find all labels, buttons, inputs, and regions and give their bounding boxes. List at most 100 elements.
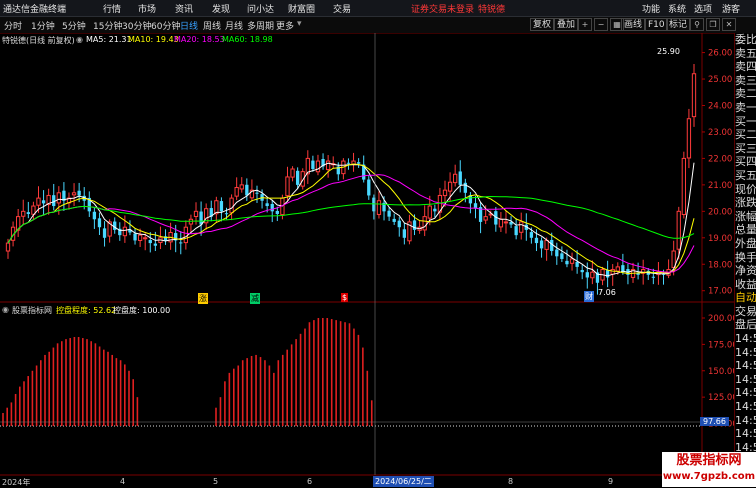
- candle-body: [92, 211, 97, 220]
- price-tick-label: 20.00: [708, 207, 732, 217]
- candle-body: [463, 182, 467, 193]
- candle-body: [539, 240, 544, 249]
- ma-toggle-icon[interactable]: ◉: [76, 35, 83, 44]
- candle-body: [387, 210, 391, 217]
- side-panel-item: 14:50: [735, 372, 756, 386]
- candle-body: [199, 211, 203, 225]
- ma60-label: MA60: 18.98: [222, 35, 273, 44]
- candle-body: [585, 272, 589, 278]
- candle-body: [270, 203, 274, 212]
- date-year: 2024年: [2, 478, 31, 487]
- candle-body: [224, 213, 229, 215]
- side-panel-item: 买二: [735, 128, 756, 142]
- candle-body: [41, 200, 46, 204]
- candle-body: [148, 240, 152, 244]
- candle-body: [514, 226, 518, 236]
- control-level-label: 控盘程度: 52.62: [56, 306, 117, 315]
- date-apr: 4: [120, 477, 126, 486]
- price-tick-label: 17.00: [708, 287, 732, 297]
- stock-period-label: 特锐德(日线 前复权): [2, 36, 75, 45]
- marker-rise[interactable]: 涨: [198, 293, 208, 304]
- date-may: 5: [213, 477, 219, 486]
- candle-body: [193, 210, 199, 217]
- candle-body: [691, 73, 697, 118]
- candle-body: [245, 184, 249, 196]
- ma5-label: MA5: 21.31: [86, 35, 132, 44]
- price-tick-label: 26.00: [708, 49, 732, 59]
- marker-reduce[interactable]: 减: [250, 293, 260, 304]
- side-panel-item: 14:50: [735, 345, 756, 359]
- candle-body: [295, 170, 300, 185]
- high-price-label: 25.90: [657, 47, 680, 56]
- side-panel-item: 卖二: [735, 87, 756, 101]
- candle-body: [97, 218, 102, 228]
- candle-body: [575, 261, 579, 267]
- candle-body: [255, 192, 259, 194]
- candle-body: [503, 221, 509, 224]
- candle-body: [275, 210, 279, 214]
- candle-body: [681, 157, 686, 216]
- candle-body: [137, 234, 143, 241]
- candle-body: [113, 221, 117, 230]
- marker-finance[interactable]: 财: [584, 291, 594, 302]
- side-panel-item: 换手: [735, 250, 756, 264]
- candle-body: [498, 218, 504, 228]
- side-panel-item: 14:50: [735, 413, 756, 427]
- candle-body: [427, 205, 432, 219]
- ma10-label: MA10: 19.43: [128, 35, 179, 44]
- marker-dollar[interactable]: $: [341, 293, 349, 302]
- side-panel-item: 涨幅: [735, 209, 756, 223]
- candle-body: [356, 162, 361, 164]
- candle-body: [519, 221, 524, 233]
- side-panel-item: 14:50: [735, 386, 756, 400]
- side-panel-item: 卖一: [735, 100, 756, 114]
- side-panel-item: 14:50: [735, 427, 756, 441]
- candle-body: [239, 184, 244, 190]
- candle-body: [229, 197, 234, 214]
- candle-body: [392, 218, 396, 222]
- side-panel-item: 外盘: [735, 236, 756, 250]
- side-panel-item: 买四: [735, 155, 756, 169]
- candle-body: [580, 269, 584, 273]
- ma-line-ma10: [7, 163, 695, 275]
- side-panel-item: 买五: [735, 168, 756, 182]
- indicator-toggle-icon[interactable]: ◉: [2, 305, 9, 314]
- candle-body: [122, 226, 128, 237]
- candle-body: [179, 242, 183, 244]
- quote-side-panel: 委比 卖五 卖四 卖三 卖二 卖一 买一 买二 买三 买四 买五 现价 涨跌 涨幅 总量 外盘 换手 净资 收益 自动…: [734, 33, 756, 487]
- candle-body: [143, 237, 148, 240]
- candle-body: [315, 160, 321, 173]
- candle-body: [534, 237, 539, 244]
- date-jun: 6: [307, 477, 313, 486]
- side-panel-item: 买三: [735, 141, 756, 155]
- cursor-date-tag: 2024/06/25/二: [373, 476, 434, 487]
- candle-body: [686, 118, 692, 159]
- side-panel-item: 净资: [735, 264, 756, 278]
- candle-body: [71, 192, 77, 196]
- candle-body: [214, 200, 219, 215]
- candle-body: [590, 271, 595, 279]
- side-panel-item: 委比: [735, 33, 756, 46]
- candle-body: [77, 190, 81, 196]
- indicator-source: 股票指标网: [12, 306, 52, 315]
- candle-body: [651, 276, 655, 278]
- date-sep: 9: [608, 477, 614, 486]
- side-panel-item: 14:50: [735, 332, 756, 346]
- price-tick-label: 23.00: [708, 128, 732, 138]
- candle-body: [397, 220, 401, 228]
- kline-chart[interactable]: 26.00 25.00 24.00 23.00 22.00 21.00 20.00 19.00…: [0, 0, 756, 487]
- candle-body: [367, 179, 371, 196]
- candle-body: [102, 228, 107, 238]
- side-panel-item: 14:50: [735, 359, 756, 373]
- candle-body: [442, 189, 448, 197]
- candle-body: [290, 168, 295, 178]
- candle-body: [26, 212, 30, 214]
- candle-body: [346, 162, 351, 164]
- candle-body: [325, 160, 331, 171]
- candle-body: [5, 242, 11, 252]
- date-aug: 8: [508, 477, 514, 486]
- candle-body: [555, 249, 559, 257]
- candle-body: [52, 195, 56, 207]
- price-tick-label: 25.00: [708, 75, 732, 85]
- price-tick-label: 21.00: [708, 181, 732, 191]
